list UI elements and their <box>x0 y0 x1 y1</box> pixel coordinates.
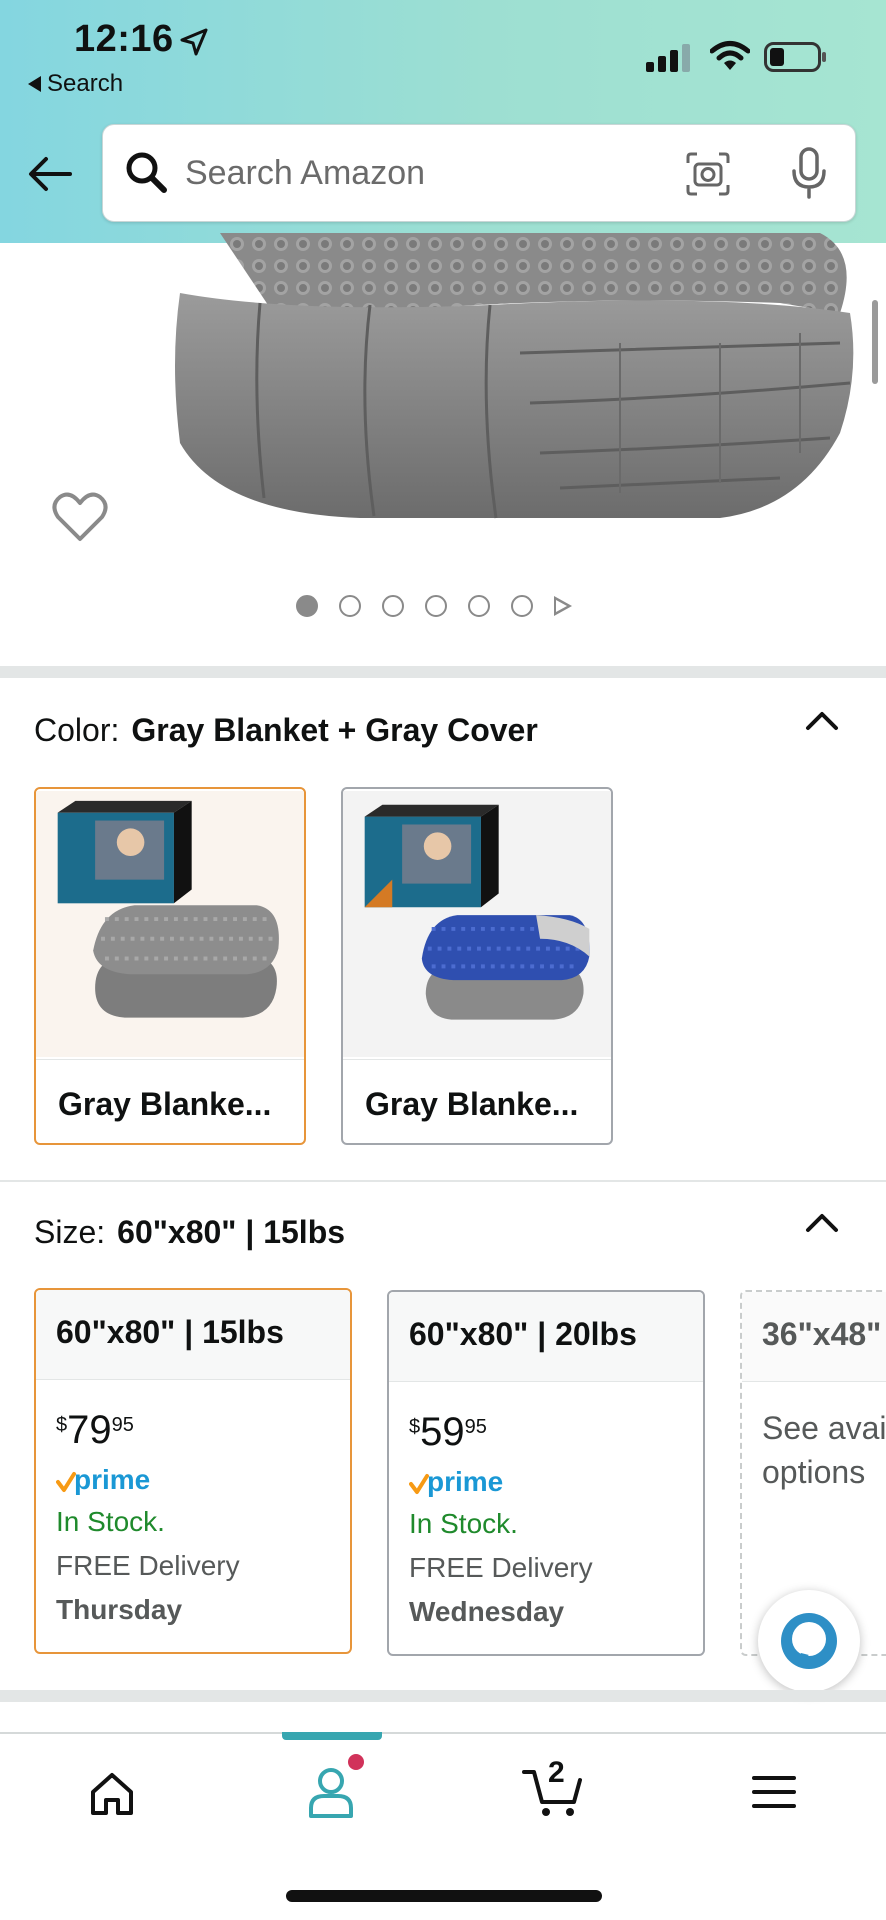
delivery-day: Thursday <box>56 1594 183 1625</box>
delivery-text: FREE Delivery <box>56 1550 240 1581</box>
color-option-gray[interactable]: Gray Blanke... <box>34 787 306 1145</box>
image-pagination-dots[interactable] <box>296 595 572 617</box>
price: $7995 <box>56 1408 134 1452</box>
size-option-title: 60"x80" | 20lbs <box>389 1292 703 1382</box>
color-option-label: Gray Blanke... <box>36 1059 304 1143</box>
signal-icon <box>646 44 690 72</box>
section-divider <box>0 666 886 678</box>
cart-count: 2 <box>548 1756 565 1789</box>
product-page: 12:16 Search Search Amazon Color: Gray B… <box>0 0 886 1920</box>
svg-text:prime: prime <box>427 1466 503 1497</box>
nav-account[interactable] <box>242 1734 422 1854</box>
prime-badge-icon: prime <box>409 1466 503 1497</box>
delivery-day: Wednesday <box>409 1596 565 1627</box>
camera-search-icon[interactable] <box>685 151 731 197</box>
section-divider <box>0 1180 886 1182</box>
stock-status: In Stock. <box>56 1506 165 1537</box>
svg-text:prime: prime <box>74 1464 150 1495</box>
color-value: Gray Blanket + Gray Cover <box>131 712 538 748</box>
stock-status: In Stock. <box>409 1508 518 1539</box>
pagination-dot[interactable] <box>511 595 533 617</box>
location-arrow-icon <box>180 28 208 56</box>
size-option-15lbs[interactable]: 60"x80" | 15lbs $7995 prime In Stock. FR… <box>34 1288 352 1654</box>
wifi-icon <box>710 41 750 70</box>
back-triangle-icon <box>28 76 41 92</box>
nav-menu[interactable] <box>684 1734 864 1854</box>
pagination-dot[interactable] <box>468 595 490 617</box>
menu-icon <box>752 1776 796 1808</box>
pagination-dot[interactable] <box>382 595 404 617</box>
size-option-title: 60"x80" | 15lbs <box>36 1290 350 1380</box>
header: 12:16 Search <box>0 0 886 243</box>
collapse-chevron-icon[interactable] <box>804 710 840 732</box>
status-time: 12:16 <box>74 18 174 60</box>
pagination-dot[interactable] <box>425 595 447 617</box>
size-option-20lbs[interactable]: 60"x80" | 20lbs $5995 prime In Stock. FR… <box>387 1290 705 1656</box>
microphone-icon[interactable] <box>789 147 829 199</box>
size-value: 60"x80" | 15lbs <box>117 1214 346 1250</box>
search-input[interactable] <box>185 147 565 199</box>
section-divider <box>0 1690 886 1702</box>
video-play-icon[interactable] <box>554 596 572 616</box>
scrollbar[interactable] <box>872 300 878 384</box>
prime-badge-icon: prime <box>56 1464 150 1495</box>
delivery-text: FREE Delivery <box>409 1552 593 1583</box>
back-arrow-icon[interactable] <box>26 150 74 198</box>
pagination-dot[interactable] <box>296 595 318 617</box>
product-image-gallery[interactable] <box>0 233 886 665</box>
home-icon <box>91 1773 133 1815</box>
search-icon <box>126 152 167 193</box>
nav-home[interactable] <box>22 1734 202 1854</box>
size-option-title: 36"x48" <box>742 1292 886 1382</box>
price: $5995 <box>409 1410 487 1454</box>
back-search-label: Search <box>47 70 124 97</box>
size-label: Size: 60"x80" | 15lbs <box>34 1214 345 1251</box>
alexa-button[interactable] <box>758 1590 860 1692</box>
product-image[interactable] <box>160 233 860 523</box>
wishlist-heart-icon[interactable] <box>52 491 108 543</box>
search-bar[interactable] <box>102 124 856 222</box>
battery-icon <box>764 42 826 72</box>
back-to-search-link[interactable]: Search <box>28 70 123 98</box>
nav-cart[interactable]: 2 <box>462 1734 642 1854</box>
alexa-icon <box>781 1613 837 1669</box>
account-icon <box>309 1768 353 1818</box>
color-option-image <box>36 790 304 1058</box>
color-option-blue[interactable]: Gray Blanke... <box>341 787 613 1145</box>
color-option-label: Gray Blanke... <box>343 1059 611 1143</box>
color-label: Color: Gray Blanket + Gray Cover <box>34 712 538 749</box>
size-label-text: Size: <box>34 1214 106 1250</box>
collapse-chevron-icon[interactable] <box>804 1212 840 1234</box>
color-label-text: Color: <box>34 712 120 748</box>
notification-dot <box>348 1754 364 1770</box>
pagination-dot[interactable] <box>339 595 361 617</box>
color-option-image <box>343 790 611 1058</box>
home-indicator <box>286 1890 602 1902</box>
see-options-text: See available options <box>762 1410 886 1490</box>
